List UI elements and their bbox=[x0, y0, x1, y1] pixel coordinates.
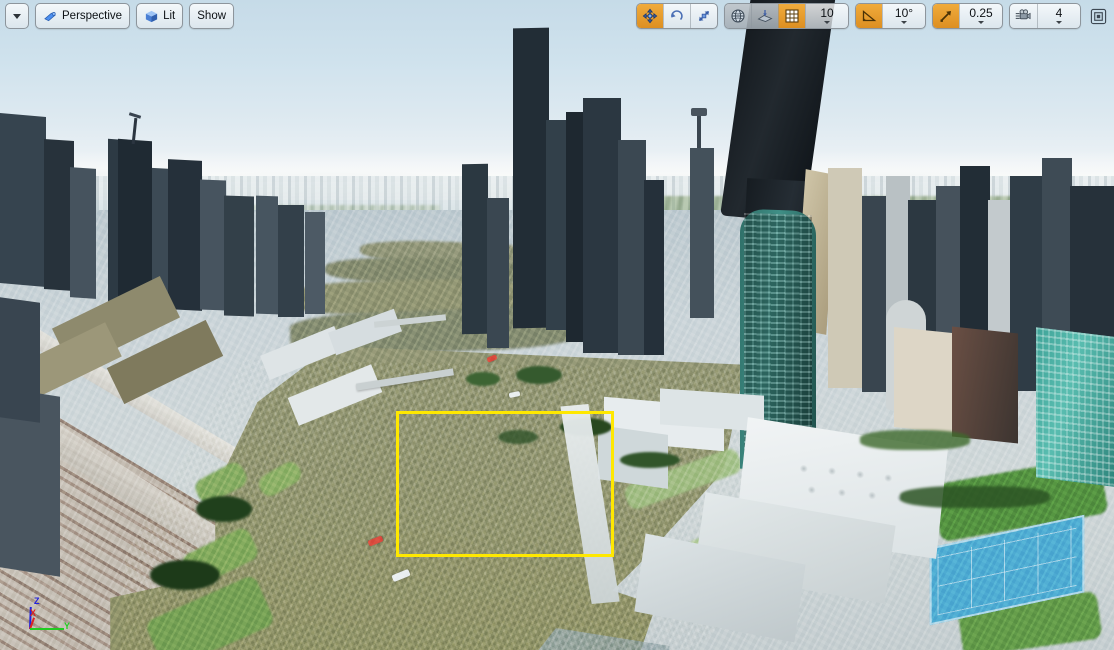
chevron-down-icon bbox=[1056, 21, 1062, 24]
building-tower bbox=[305, 212, 325, 314]
view-mode-group[interactable]: Perspective bbox=[35, 3, 131, 29]
angle-triangle-icon bbox=[862, 10, 877, 22]
camera-speed-group[interactable]: 4 bbox=[1009, 3, 1081, 29]
viewport-options-menu[interactable] bbox=[5, 3, 29, 29]
building-apartment bbox=[0, 297, 40, 423]
rotation-snap-toggle[interactable] bbox=[856, 4, 882, 28]
globe-icon bbox=[731, 9, 745, 23]
building-tower bbox=[894, 326, 952, 434]
move-gizmo-icon bbox=[642, 8, 658, 24]
select-and-scale-button[interactable] bbox=[690, 4, 717, 28]
show-menu-label: Show bbox=[197, 10, 227, 22]
building-tower bbox=[828, 168, 862, 388]
building-tower bbox=[224, 195, 254, 317]
grid-snap-value-text: 10 bbox=[820, 6, 834, 20]
building-tower bbox=[278, 205, 304, 317]
scale-snap-value-text: 0.25 bbox=[969, 6, 993, 20]
building-tower bbox=[618, 140, 646, 355]
chevron-down-icon bbox=[978, 21, 984, 24]
scale-snap-toggle[interactable] bbox=[933, 4, 959, 28]
grid-snap-value[interactable]: 10 bbox=[805, 4, 848, 28]
scale-snap-group[interactable]: 0.25 bbox=[932, 3, 1003, 29]
surface-snapping-toggle[interactable] bbox=[751, 4, 778, 28]
building-tower bbox=[546, 120, 568, 330]
rotation-snap-value-text: 10° bbox=[894, 6, 914, 20]
transform-tools-group[interactable] bbox=[636, 3, 718, 29]
building-tower bbox=[256, 195, 278, 315]
building-tower-wide bbox=[513, 27, 549, 329]
level-viewport[interactable]: Z X Y Perspective Lit Show 10 10° 0.25 4 bbox=[0, 0, 1114, 650]
building-tower bbox=[70, 167, 96, 299]
tree-cluster bbox=[860, 430, 970, 450]
show-menu-group[interactable]: Show bbox=[189, 3, 235, 29]
axis-z-label: Z bbox=[34, 596, 40, 606]
viewport-toolbar[interactable]: Perspective Lit Show 10 10° 0.25 4 bbox=[0, 0, 1114, 32]
building-tower bbox=[200, 179, 226, 311]
select-and-move-button[interactable] bbox=[637, 4, 663, 28]
diagonal-arrow-icon bbox=[940, 11, 951, 22]
building-tower bbox=[487, 198, 509, 348]
shading-mode-label: Lit bbox=[163, 10, 176, 22]
world-coordinate-toggle[interactable] bbox=[725, 4, 751, 28]
tree-cluster bbox=[620, 452, 680, 468]
maximize-restore-icon bbox=[1090, 8, 1106, 24]
chevron-down-icon bbox=[824, 21, 830, 24]
rotation-snap-value[interactable]: 10° bbox=[882, 4, 925, 28]
camera-speed-value-text: 4 bbox=[1055, 6, 1063, 20]
tree-cluster bbox=[196, 496, 252, 522]
perspective-camera-icon bbox=[43, 9, 58, 24]
grid-snap-toggle[interactable] bbox=[778, 4, 805, 28]
building-tower bbox=[690, 148, 714, 318]
selection-bounds[interactable] bbox=[396, 411, 614, 557]
tree-cluster bbox=[150, 560, 220, 590]
chevron-down-icon bbox=[901, 21, 907, 24]
tree-cluster bbox=[516, 366, 562, 384]
select-and-rotate-button[interactable] bbox=[663, 4, 690, 28]
axis-y-label: Y bbox=[64, 621, 71, 631]
camera-icon bbox=[1015, 9, 1031, 20]
scale-snap-value[interactable]: 0.25 bbox=[959, 4, 1002, 28]
building-tower bbox=[168, 159, 202, 311]
camera-speed-value[interactable]: 4 bbox=[1037, 4, 1080, 28]
rotate-gizmo-icon bbox=[671, 10, 683, 21]
building-tower bbox=[0, 112, 46, 288]
shading-mode-button[interactable]: Lit bbox=[137, 4, 182, 28]
surface-snap-icon bbox=[757, 10, 773, 22]
show-menu-button[interactable]: Show bbox=[190, 4, 233, 28]
maximize-viewport-button[interactable] bbox=[1087, 5, 1109, 27]
building-glass-facade-pattern bbox=[1036, 327, 1114, 487]
view-mode-button[interactable]: Perspective bbox=[36, 4, 129, 28]
tree-cluster bbox=[900, 486, 1050, 508]
world-axis-gizmo: Z X Y bbox=[22, 594, 82, 642]
camera-speed-toggle[interactable] bbox=[1010, 4, 1037, 28]
building-tower bbox=[644, 180, 664, 355]
scale-gizmo-icon bbox=[698, 10, 710, 22]
rotation-snap-group[interactable]: 10° bbox=[855, 3, 926, 29]
axis-x-label: X bbox=[30, 608, 37, 618]
grid-icon bbox=[785, 9, 799, 23]
building-tower bbox=[583, 98, 621, 353]
view-mode-label: Perspective bbox=[62, 10, 123, 22]
communications-mast-head bbox=[691, 108, 707, 116]
tree-cluster bbox=[466, 372, 500, 386]
lit-cube-icon bbox=[144, 9, 159, 24]
snapping-group[interactable]: 10 bbox=[724, 3, 849, 29]
building-brick-tower bbox=[952, 326, 1018, 444]
chevron-down-icon bbox=[13, 13, 21, 19]
shading-mode-group[interactable]: Lit bbox=[136, 3, 184, 29]
building-tower bbox=[462, 163, 488, 335]
axis-y-line bbox=[30, 628, 64, 630]
